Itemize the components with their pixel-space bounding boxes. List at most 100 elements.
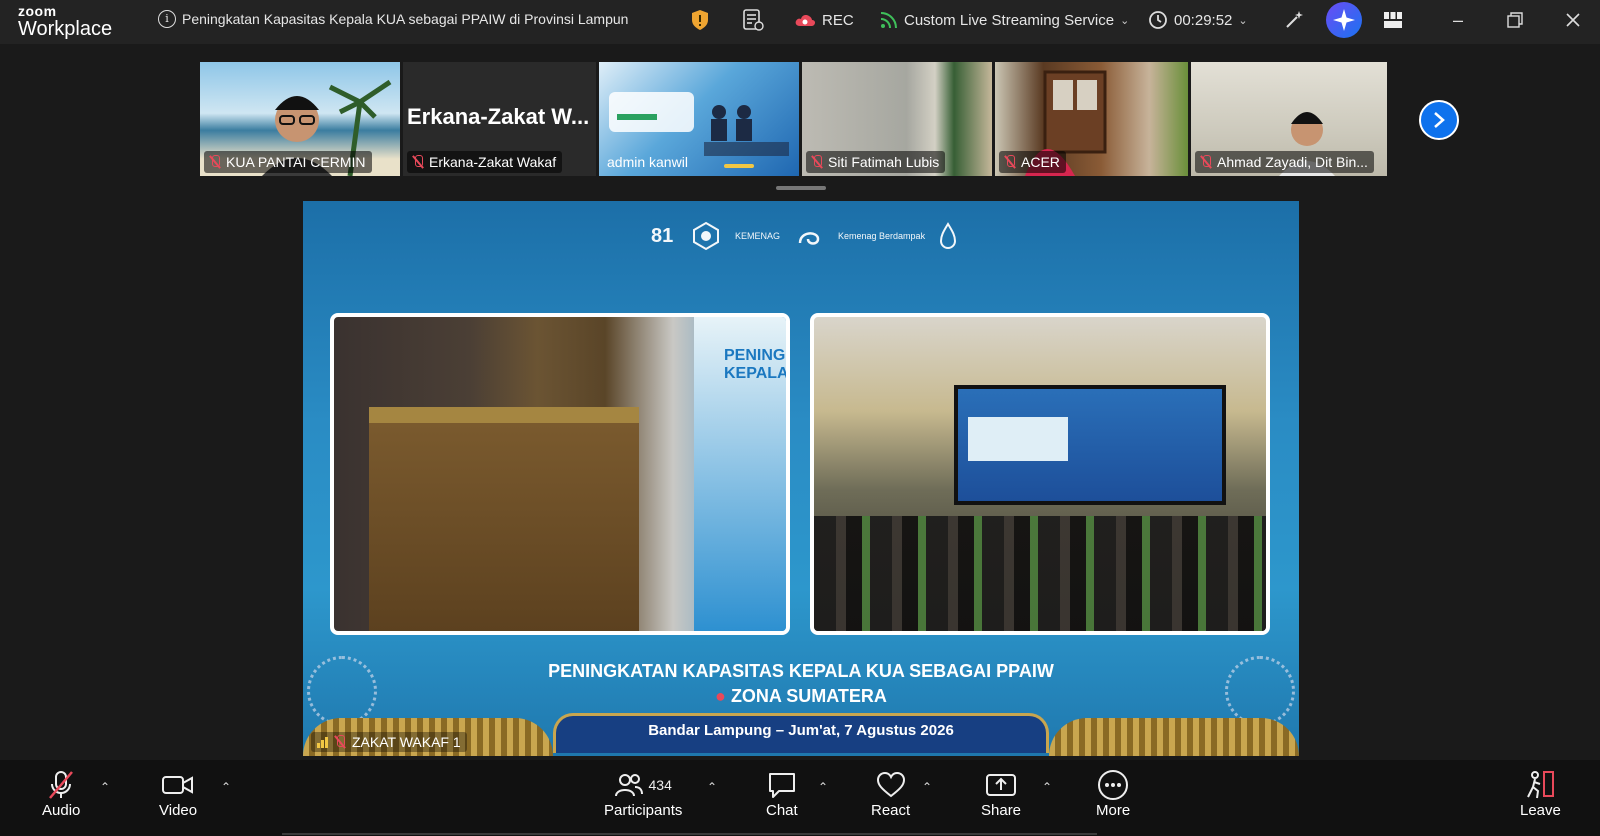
recording-indicator[interactable]: REC xyxy=(794,0,854,40)
mic-muted-icon xyxy=(411,155,425,169)
speaker-name: ZAKAT WAKAF 1 xyxy=(352,734,461,750)
audio-button[interactable]: Audio xyxy=(42,768,80,819)
participants-options-caret[interactable]: ⌃ xyxy=(707,780,717,794)
participant-name: Erkana-Zakat Wakaf xyxy=(429,154,557,170)
info-icon[interactable]: i xyxy=(158,10,176,28)
security-shield-icon[interactable] xyxy=(690,0,710,40)
participants-button[interactable]: 434 Participants xyxy=(604,768,682,819)
participant-name: ACER xyxy=(1021,154,1060,170)
more-label: More xyxy=(1096,802,1131,819)
ornament-mandala xyxy=(307,656,377,726)
share-options-caret[interactable]: ⌃ xyxy=(1042,780,1052,794)
participant-display-name: Erkana-Zakat W... xyxy=(407,104,590,129)
chat-icon xyxy=(767,768,797,802)
active-speaker-label: ZAKAT WAKAF 1 xyxy=(311,732,467,752)
magic-wand-icon[interactable] xyxy=(1283,0,1305,40)
more-button[interactable]: More xyxy=(1096,768,1130,819)
toolbar-divider xyxy=(282,833,1097,835)
logo-berdampak: Kemenag Berdampak xyxy=(838,231,926,241)
participant-name: Ahmad Zayadi, Dit Bin... xyxy=(1217,154,1368,170)
meeting-title-text: Peningkatan Kapasitas Kepala KUA sebagai… xyxy=(182,11,629,27)
leave-button[interactable]: Leave xyxy=(1520,768,1561,819)
event-subtitle: ● ZONA SUMATERA xyxy=(303,686,1299,707)
meeting-timer[interactable]: 00:29:52 ⌄ xyxy=(1148,0,1248,40)
event-location: Bandar Lampung – Jum'at, 7 Agustus 2026 xyxy=(553,713,1049,753)
live-stream-menu[interactable]: Custom Live Streaming Service ⌄ xyxy=(880,0,1129,40)
participant-name-label: Ahmad Zayadi, Dit Bin... xyxy=(1195,151,1374,173)
ai-companion-icon[interactable] xyxy=(1325,0,1363,40)
restore-button[interactable] xyxy=(1495,0,1535,40)
participant-tile[interactable]: KUA PANTAI CERMIN xyxy=(200,62,400,176)
transcript-icon[interactable] xyxy=(742,0,764,40)
share-button[interactable]: Share xyxy=(981,768,1021,819)
close-button[interactable] xyxy=(1553,0,1593,40)
participant-tile[interactable]: Siti Fatimah Lubis xyxy=(802,62,992,176)
leave-label: Leave xyxy=(1520,802,1561,819)
sponsor-logos: 81 KEMENAG Kemenag Berdampak xyxy=(651,221,965,251)
event-photo-podium: PENING KEPALA xyxy=(330,313,790,635)
ornament-mandala xyxy=(1225,656,1295,726)
react-button[interactable]: React xyxy=(871,768,910,819)
participants-icon-group: 434 xyxy=(614,768,672,802)
gallery-resize-handle[interactable] xyxy=(776,186,826,190)
logo-drop xyxy=(939,221,965,251)
leave-door-icon xyxy=(1524,768,1556,802)
mic-muted-icon xyxy=(1199,155,1213,169)
participant-tile[interactable]: Erkana-Zakat W... Erkana-Zakat Wakaf xyxy=(403,62,596,176)
participant-name-label: Siti Fatimah Lubis xyxy=(806,151,946,173)
mic-muted-icon xyxy=(1003,155,1017,169)
event-title: PENINGKATAN KAPASITAS KEPALA KUA SEBAGAI… xyxy=(548,661,1054,681)
minimize-button[interactable]: – xyxy=(1438,0,1478,40)
react-options-caret[interactable]: ⌃ xyxy=(922,780,932,794)
chevron-down-icon: ⌄ xyxy=(1120,14,1130,27)
logo-anniversary: 81 xyxy=(651,224,674,247)
participant-gallery: KUA PANTAI CERMIN Erkana-Zakat W... Erka… xyxy=(200,62,1387,176)
audio-options-caret[interactable]: ⌃ xyxy=(100,780,110,794)
clock-icon xyxy=(1149,11,1167,29)
video-button[interactable]: Video xyxy=(159,768,197,819)
chat-label: Chat xyxy=(766,802,798,819)
gallery-next-button[interactable] xyxy=(1419,100,1459,140)
participant-name-label: ACER xyxy=(999,151,1066,173)
video-camera-icon xyxy=(162,768,194,802)
stream-label: Custom Live Streaming Service xyxy=(904,11,1115,29)
mic-muted-icon xyxy=(810,155,824,169)
banner-poster: PENING KEPALA xyxy=(694,317,789,631)
audience-image xyxy=(814,516,1266,631)
brand-bottom: Workplace xyxy=(18,18,113,40)
event-subtitle-text: ZONA SUMATERA xyxy=(730,686,887,706)
view-grid-icon[interactable] xyxy=(1383,0,1403,40)
ornament-border xyxy=(1049,718,1299,756)
participant-name-label: admin kanwil xyxy=(603,151,694,173)
participant-name: Siti Fatimah Lubis xyxy=(828,154,940,170)
mic-muted-icon xyxy=(333,735,347,749)
event-photo-audience xyxy=(810,313,1270,635)
participant-count: 434 xyxy=(648,777,672,793)
mic-off-icon xyxy=(47,768,75,802)
participant-name-label: KUA PANTAI CERMIN xyxy=(204,151,372,173)
map-pin-icon: ● xyxy=(715,686,726,706)
logo-ministry xyxy=(691,221,721,251)
participants-icon xyxy=(614,774,643,797)
poster-text: PENING KEPALA xyxy=(724,347,789,382)
meeting-title[interactable]: i Peningkatan Kapasitas Kepala KUA sebag… xyxy=(158,10,648,28)
title-bar: zoom Workplace i Peningkatan Kapasitas K… xyxy=(0,0,1600,44)
video-options-caret[interactable]: ⌃ xyxy=(221,780,231,794)
participant-name: KUA PANTAI CERMIN xyxy=(226,154,366,170)
app-logo: zoom Workplace xyxy=(18,4,112,39)
participants-label: Participants xyxy=(604,802,683,819)
chat-options-caret[interactable]: ⌃ xyxy=(818,780,828,794)
participant-tile[interactable]: Ahmad Zayadi, Dit Bin... xyxy=(1191,62,1387,176)
participant-tile[interactable]: admin kanwil xyxy=(599,62,799,176)
projector-screen xyxy=(954,385,1226,505)
audio-label: Audio xyxy=(42,802,81,819)
participant-name: admin kanwil xyxy=(607,154,688,170)
more-dots-icon xyxy=(1097,768,1129,802)
participant-tile[interactable]: ACER xyxy=(995,62,1188,176)
logo-kemenag: KEMENAG xyxy=(735,231,781,241)
podium-image xyxy=(369,407,639,631)
cloud-record-icon xyxy=(795,15,816,26)
chevron-right-icon xyxy=(1434,112,1445,128)
chat-button[interactable]: Chat xyxy=(766,768,798,819)
timer-text: 00:29:52 xyxy=(1174,11,1233,29)
